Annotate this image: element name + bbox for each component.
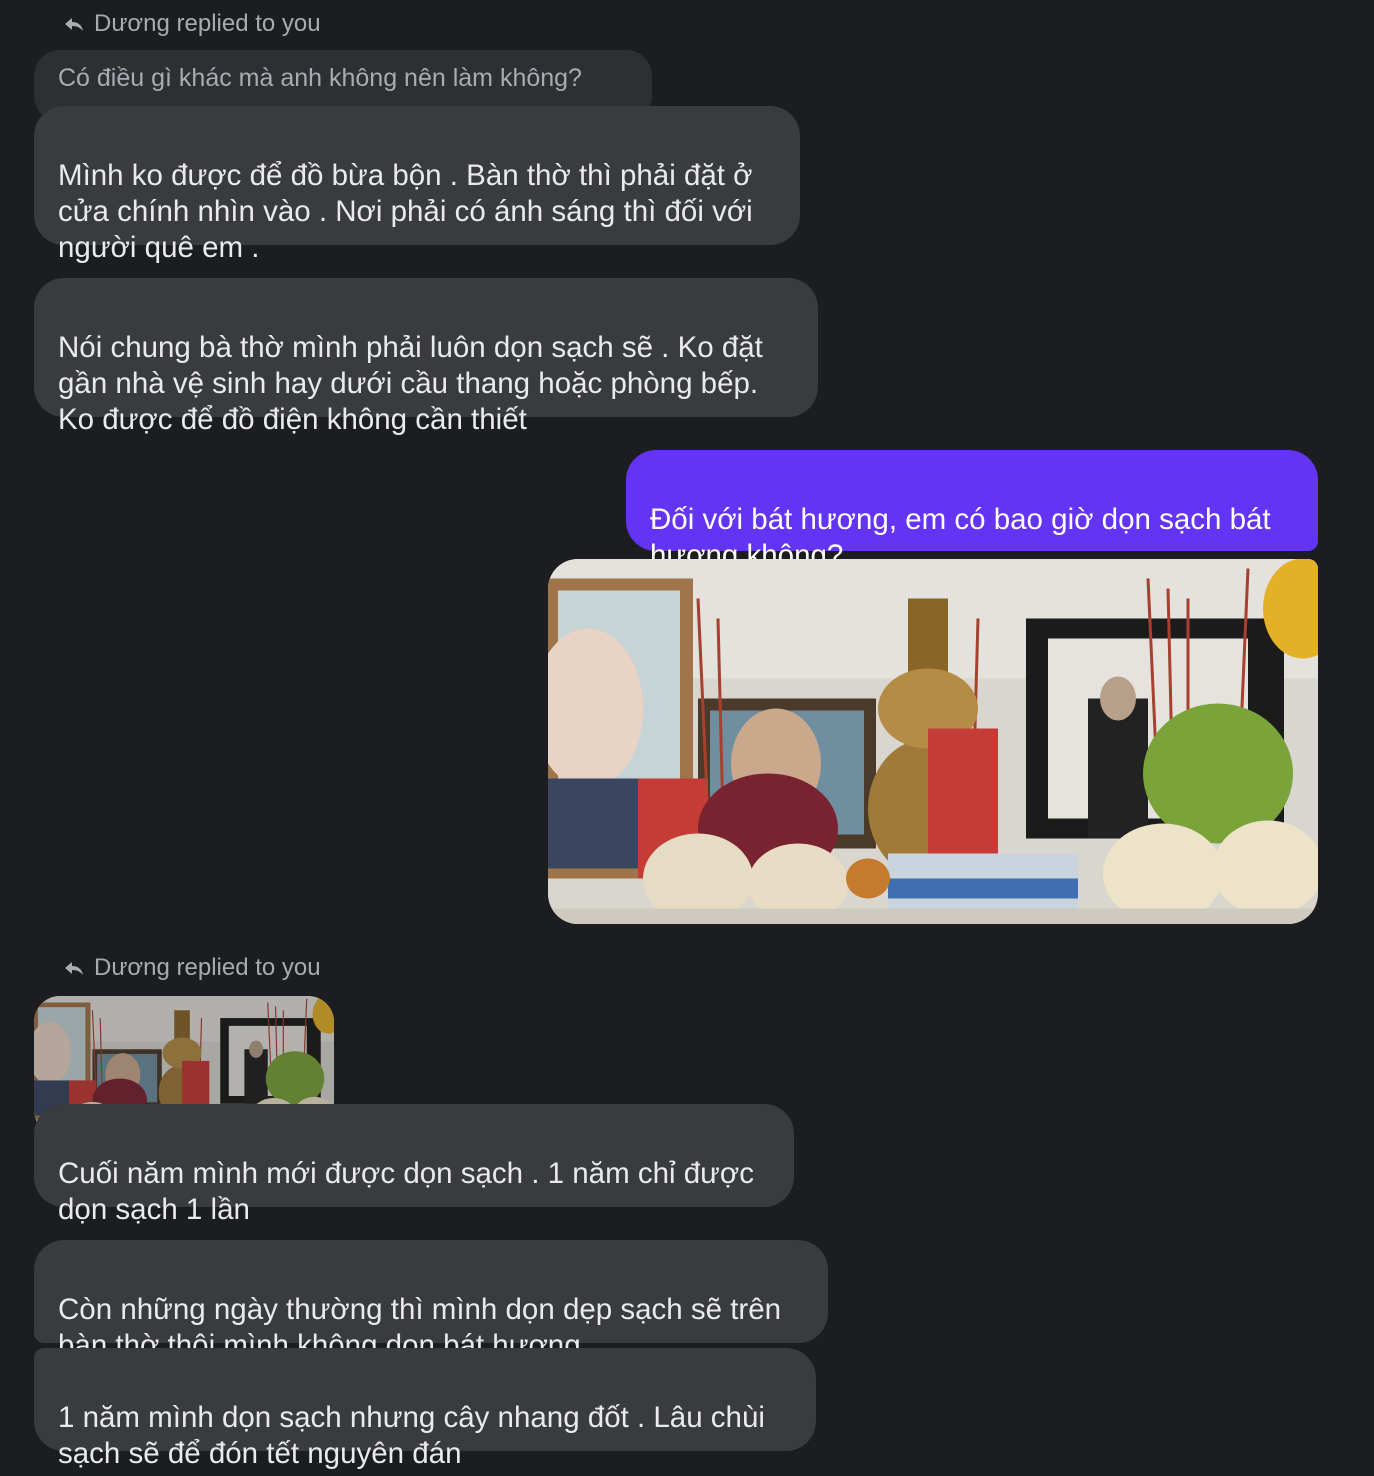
reply-label-text: Dương replied to you <box>94 954 321 981</box>
quoted-message-text: Có điều gì khác mà anh không nên làm khô… <box>58 64 582 92</box>
message-text: 1 năm mình dọn sạch nhưng cây nhang đốt … <box>58 1401 765 1470</box>
reply-label-text: Dương replied to you <box>94 10 321 37</box>
outgoing-message-bubble[interactable]: Đối với bát hương, em có bao giờ dọn sạc… <box>626 450 1318 572</box>
reply-arrow-icon <box>65 18 83 31</box>
incoming-message-bubble[interactable]: 1 năm mình dọn sạch nhưng cây nhang đốt … <box>34 1348 816 1470</box>
incoming-message-bubble[interactable]: Còn những ngày thường thì mình dọn dẹp s… <box>34 1240 828 1362</box>
message-text: Mình ko được để đồ bừa bộn . Bàn thờ thì… <box>58 159 753 264</box>
reply-arrow-icon <box>65 962 83 975</box>
incoming-message-bubble[interactable]: Cuối năm mình mới được dọn sạch . 1 năm … <box>34 1104 794 1226</box>
message-text: Cuối năm mình mới được dọn sạch . 1 năm … <box>58 1157 755 1226</box>
altar-photo <box>548 559 1318 924</box>
reply-indicator: Dương replied to you <box>62 952 321 984</box>
incoming-message-bubble[interactable]: Nói chung bà thờ mình phải luôn dọn sạch… <box>34 278 818 436</box>
reply-indicator: Dương replied to you <box>62 8 321 40</box>
incoming-message-bubble[interactable]: Mình ko được để đồ bừa bộn . Bàn thờ thì… <box>34 106 800 264</box>
outgoing-photo-attachment[interactable] <box>548 559 1318 924</box>
message-text: Nói chung bà thờ mình phải luôn dọn sạch… <box>58 331 763 436</box>
